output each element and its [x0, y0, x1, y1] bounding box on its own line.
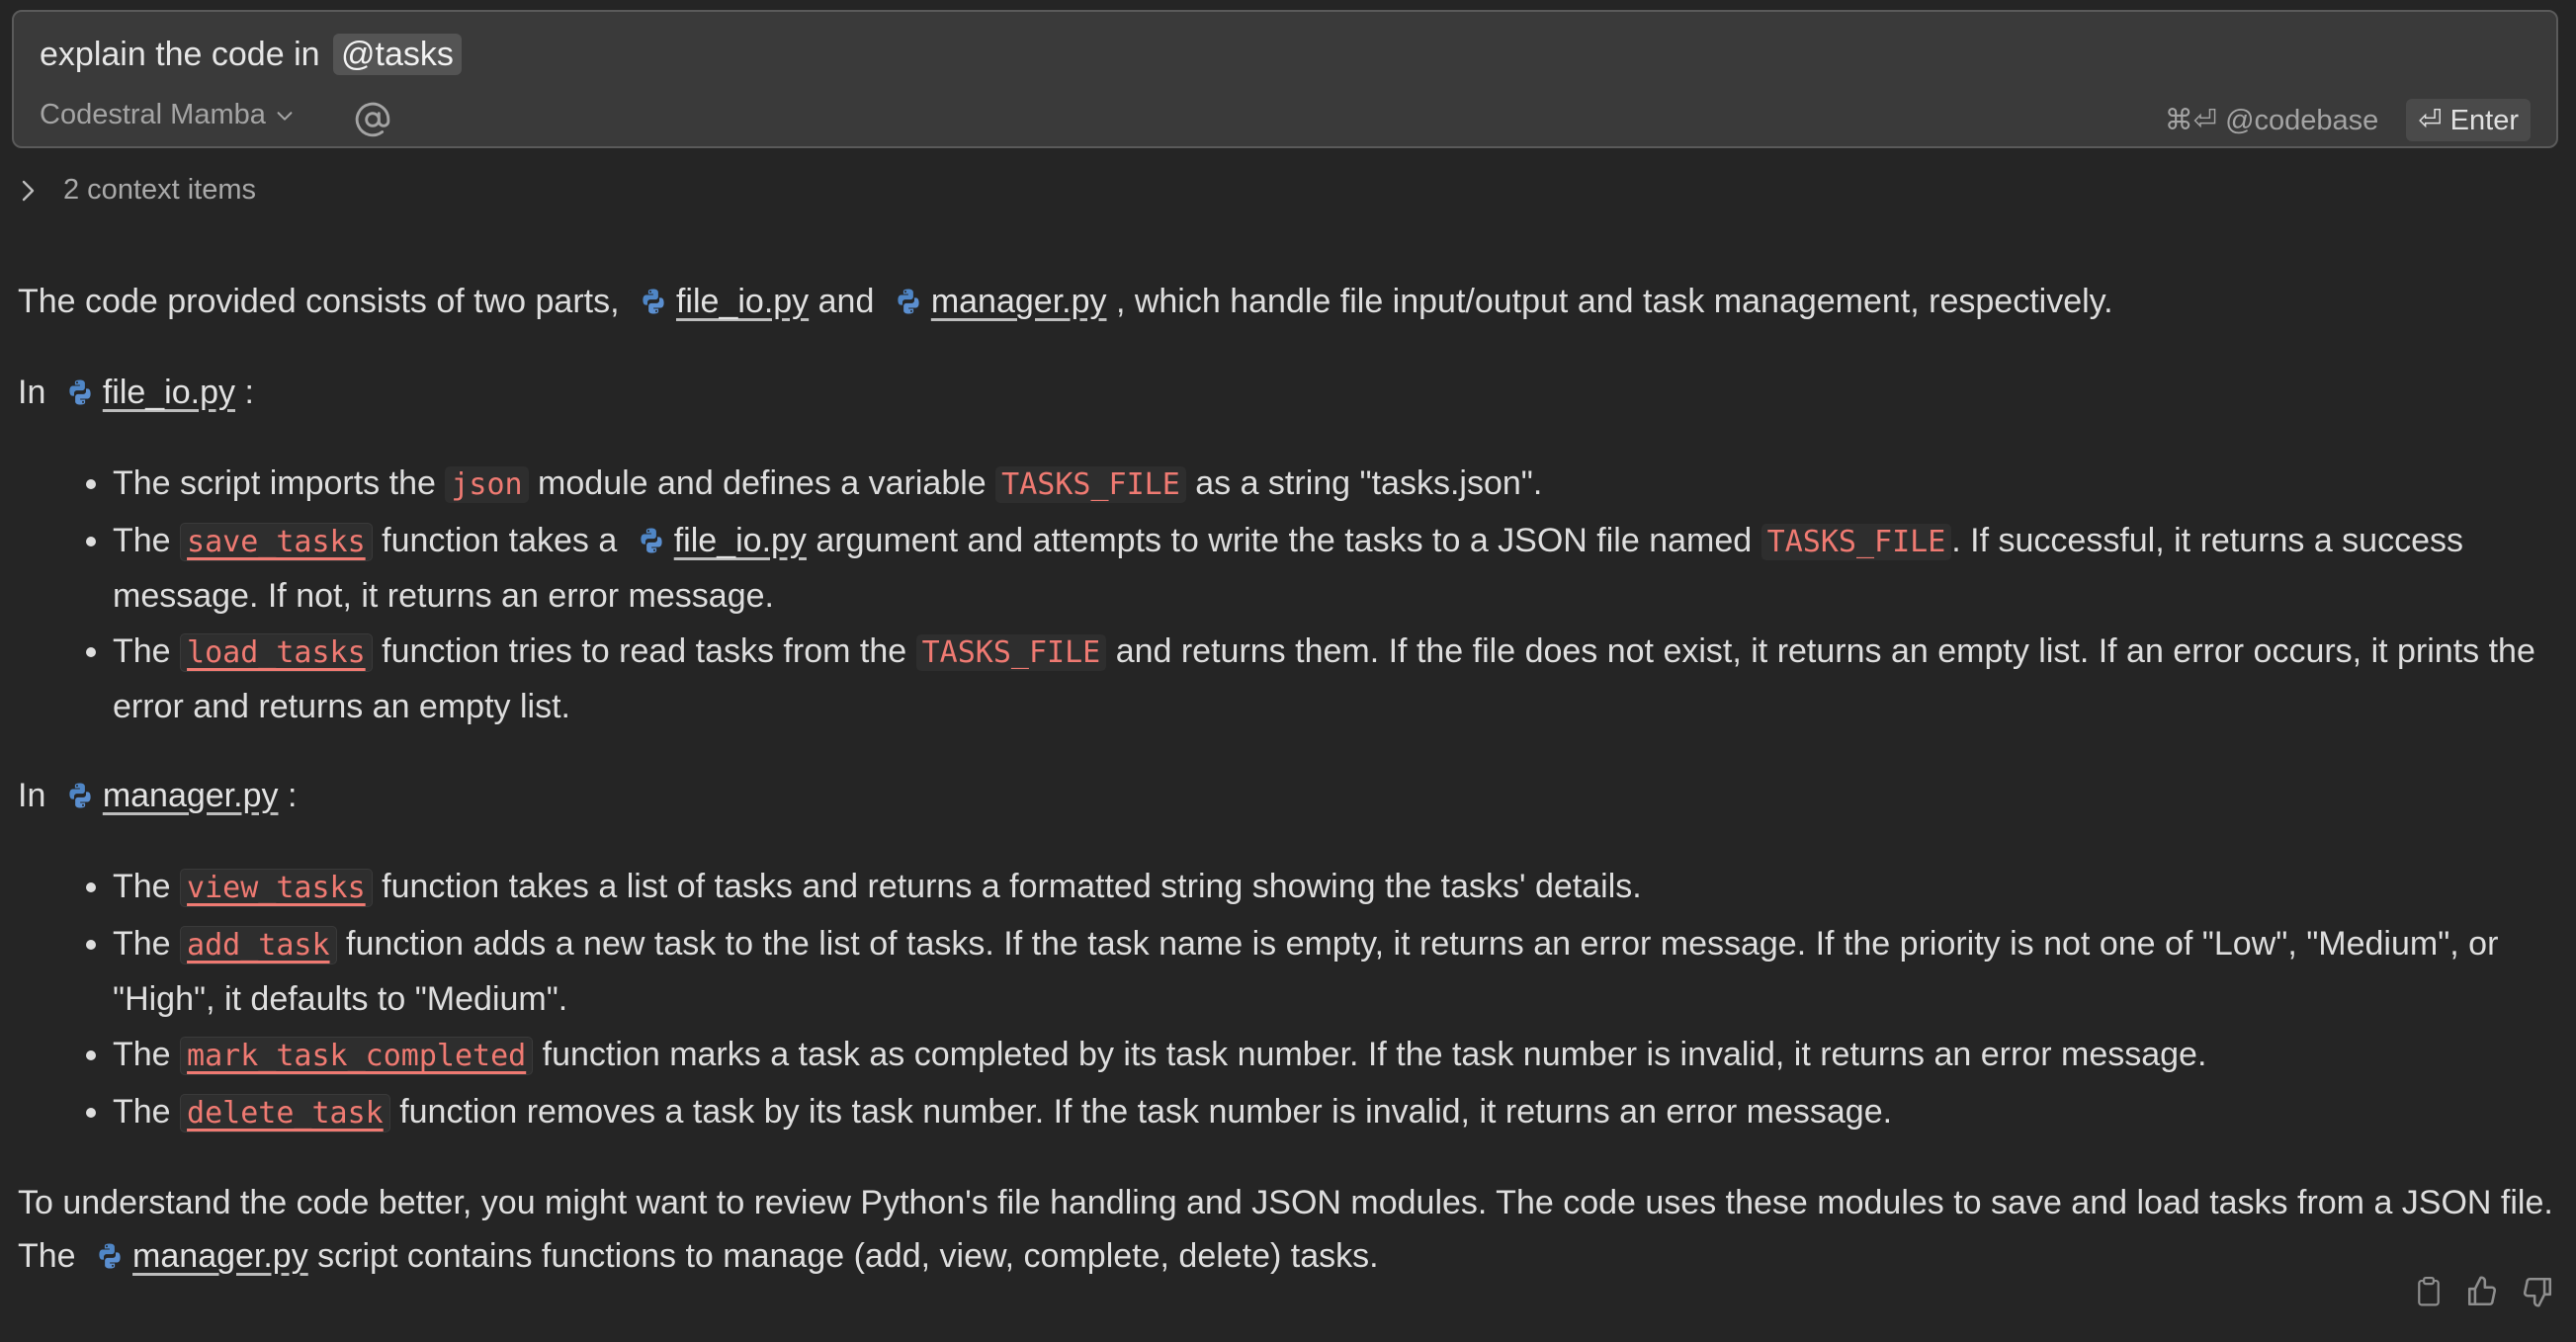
- inline-code: json: [445, 466, 529, 503]
- chat-input-box[interactable]: explain the code in @tasks Codestral Mam…: [12, 10, 2558, 148]
- text: :: [287, 777, 298, 814]
- text: In: [18, 777, 46, 814]
- thumbs-up-icon: [2467, 1276, 2497, 1306]
- text: module and defines a variable: [538, 464, 987, 502]
- python-file-icon: [65, 377, 95, 407]
- inline-code: TASKS_FILE: [915, 634, 1107, 671]
- outro-paragraph: To understand the code better, you might…: [18, 1176, 2558, 1283]
- function-link-mark-task-completed[interactable]: mark_task_completed: [180, 1037, 534, 1075]
- python-file-icon: [637, 526, 666, 555]
- text: The: [113, 868, 171, 905]
- text: argument and attempts to write the tasks…: [816, 522, 1753, 559]
- text: function takes a list of tasks and retur…: [382, 868, 1642, 905]
- add-context-button[interactable]: [354, 101, 391, 143]
- python-file-icon: [639, 287, 668, 316]
- input-footer: Codestral Mamba ⌘⏎ @codebase ⏎ Enter: [40, 99, 2531, 142]
- function-link-save-tasks[interactable]: save_tasks: [180, 523, 373, 561]
- list-item: The delete_task function removes a task …: [113, 1085, 2558, 1140]
- python-file-icon: [894, 287, 923, 316]
- text: function marks a task as completed by it…: [542, 1036, 2207, 1073]
- list-item: The mark_task_completed function marks a…: [113, 1028, 2558, 1083]
- text: script contains functions to manage (add…: [317, 1237, 1379, 1275]
- copy-button[interactable]: [2414, 1275, 2444, 1313]
- context-items-label: 2 context items: [63, 174, 257, 206]
- prompt-label: explain the code in: [40, 36, 320, 73]
- text: The script imports the: [113, 464, 436, 502]
- list-item: The add_task function adds a new task to…: [113, 917, 2558, 1026]
- text: and: [817, 283, 875, 320]
- mention-chip[interactable]: @tasks: [333, 34, 462, 75]
- text: In: [18, 374, 46, 411]
- text: function tries to read tasks from the: [382, 632, 907, 670]
- manager-bullet-list: The view_tasks function takes a list of …: [18, 860, 2558, 1140]
- codebase-shortcut[interactable]: ⌘⏎ @codebase: [2165, 103, 2379, 137]
- file-link-file-io[interactable]: file_io.py: [676, 283, 809, 320]
- text: , which handle file input/output and tas…: [1115, 283, 2113, 320]
- chevron-down-icon: [277, 111, 293, 121]
- list-item: The load_tasks function tries to read ta…: [113, 625, 2558, 733]
- file-link-manager[interactable]: manager.py: [132, 1237, 308, 1275]
- context-items-toggle[interactable]: 2 context items: [16, 174, 256, 207]
- section-heading-file-io: In file_io.py :: [18, 366, 2558, 419]
- list-item: The view_tasks function takes a list of …: [113, 860, 2558, 915]
- text: The: [113, 925, 171, 963]
- text: The: [113, 632, 171, 670]
- python-file-icon: [65, 781, 95, 810]
- list-item: The script imports the json module and d…: [113, 457, 2558, 512]
- python-file-icon: [95, 1241, 125, 1271]
- text: The: [113, 522, 171, 559]
- prompt-text[interactable]: explain the code in @tasks: [40, 34, 462, 75]
- file-io-bullet-list: The script imports the json module and d…: [18, 457, 2558, 733]
- thumbs-up-button[interactable]: [2465, 1275, 2499, 1313]
- file-link-file-io[interactable]: file_io.py: [674, 522, 807, 559]
- section-heading-manager: In manager.py :: [18, 769, 2558, 822]
- response-actions: [2414, 1275, 2554, 1313]
- text: The code provided consists of two parts,: [18, 283, 620, 320]
- text: function takes a: [382, 522, 618, 559]
- file-link-file-io[interactable]: file_io.py: [103, 374, 235, 411]
- file-link-manager[interactable]: manager.py: [103, 777, 279, 814]
- clipboard-icon: [2418, 1276, 2440, 1306]
- function-link-load-tasks[interactable]: load_tasks: [180, 633, 373, 672]
- function-link-delete-task[interactable]: delete_task: [180, 1094, 390, 1132]
- thumbs-down-button[interactable]: [2521, 1275, 2554, 1313]
- intro-paragraph: The code provided consists of two parts,…: [18, 275, 2558, 328]
- text: :: [244, 374, 254, 411]
- text: The: [113, 1093, 171, 1131]
- function-link-add-task[interactable]: add_task: [180, 926, 337, 965]
- model-name: Codestral Mamba: [40, 99, 266, 130]
- text: as a string "tasks.json".: [1195, 464, 1543, 502]
- text: function removes a task by its task numb…: [399, 1093, 1893, 1131]
- enter-button[interactable]: ⏎ Enter: [2406, 99, 2531, 141]
- at-sign-icon: [355, 102, 390, 137]
- text: function adds a new task to the list of …: [113, 925, 2499, 1018]
- thumbs-down-icon: [2523, 1277, 2552, 1307]
- assistant-response: The code provided consists of two parts,…: [18, 275, 2558, 1283]
- function-link-view-tasks[interactable]: view_tasks: [180, 869, 373, 907]
- list-item: The save_tasks function takes a file_io.…: [113, 514, 2558, 623]
- model-selector[interactable]: Codestral Mamba: [40, 99, 296, 131]
- text: The: [113, 1036, 171, 1073]
- file-link-manager[interactable]: manager.py: [931, 283, 1107, 320]
- input-actions: ⌘⏎ @codebase ⏎ Enter: [2165, 99, 2531, 141]
- inline-code: TASKS_FILE: [1760, 524, 1952, 560]
- inline-code: TASKS_FILE: [995, 466, 1186, 503]
- chevron-right-icon: [22, 180, 35, 201]
